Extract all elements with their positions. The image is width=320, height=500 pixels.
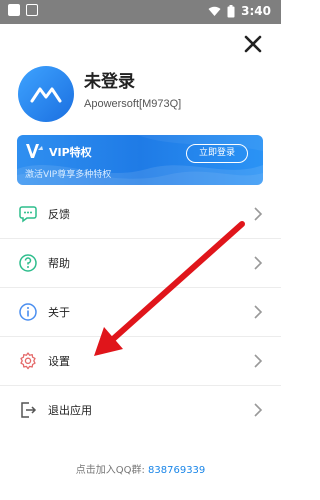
wifi-icon xyxy=(208,6,221,16)
user-name[interactable]: 未登录 xyxy=(84,67,135,92)
close-icon[interactable] xyxy=(243,34,263,54)
qq-number[interactable]: 838769339 xyxy=(148,465,205,476)
battery-icon xyxy=(227,4,235,17)
vip-banner[interactable]: VIP特权 激活VIP尊享多种特权 立即登录 xyxy=(17,135,263,185)
status-bar: 3:40 xyxy=(0,0,281,24)
status-time: 3:40 xyxy=(241,4,271,18)
menu-list: 反馈 帮助 关于 设置 退出应用 xyxy=(0,190,281,434)
menu-label: 退出应用 xyxy=(48,404,92,417)
info-icon xyxy=(19,303,37,321)
chevron-right-icon xyxy=(254,354,263,368)
user-id: Apowersoft[M973Q] xyxy=(84,98,182,110)
chevron-right-icon xyxy=(254,207,263,221)
menu-item-settings[interactable]: 设置 xyxy=(0,337,281,386)
vip-subtitle: 激活VIP尊享多种特权 xyxy=(25,170,112,180)
qq-group-footer[interactable]: 点击加入QQ群: 838769339 xyxy=(0,461,281,476)
login-button[interactable]: 立即登录 xyxy=(186,144,248,163)
apowersoft-logo-icon xyxy=(30,87,62,103)
chevron-right-icon xyxy=(254,403,263,417)
menu-label: 反馈 xyxy=(48,208,70,221)
menu-label: 设置 xyxy=(48,355,70,368)
vip-crown-icon xyxy=(26,144,43,158)
menu-item-feedback[interactable]: 反馈 xyxy=(0,190,281,239)
account-drawer: 未登录 Apowersoft[M973Q] VIP特权 激活VIP尊享多种特权 … xyxy=(0,24,281,500)
exit-icon xyxy=(21,402,37,418)
help-icon xyxy=(19,254,37,272)
menu-item-exit[interactable]: 退出应用 xyxy=(0,386,281,434)
vip-title: VIP特权 xyxy=(49,146,92,159)
menu-item-about[interactable]: 关于 xyxy=(0,288,281,337)
chevron-right-icon xyxy=(254,305,263,319)
notification-icon xyxy=(26,4,38,16)
notification-icon xyxy=(8,4,20,16)
gear-icon xyxy=(20,352,36,370)
feedback-icon xyxy=(19,206,37,223)
menu-item-help[interactable]: 帮助 xyxy=(0,239,281,288)
avatar[interactable] xyxy=(18,66,74,122)
menu-label: 关于 xyxy=(48,306,70,319)
footer-prefix: 点击加入QQ群: xyxy=(75,465,149,476)
menu-label: 帮助 xyxy=(48,257,70,270)
chevron-right-icon xyxy=(254,256,263,270)
